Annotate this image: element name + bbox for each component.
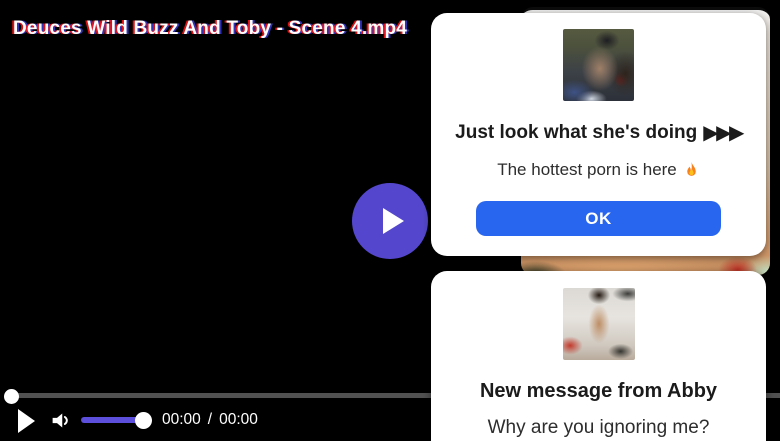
volume-handle[interactable] bbox=[135, 412, 152, 429]
popup-offer-subtext-text: The hottest porn is here bbox=[497, 160, 677, 180]
popup-message-image[interactable] bbox=[563, 288, 635, 360]
popup-offer[interactable]: Just look what she's doing ▶▶▶ The hotte… bbox=[431, 13, 766, 256]
popup-offer-subtext: The hottest porn is here bbox=[431, 160, 766, 180]
duration: 00:00 bbox=[219, 411, 258, 429]
popup-message-body-text: Why are you ignoring me? bbox=[488, 417, 710, 439]
seek-handle[interactable] bbox=[4, 389, 19, 404]
time-separator: / bbox=[208, 411, 212, 429]
video-title: Deuces Wild Buzz And Toby - Scene 4.mp4 bbox=[13, 18, 407, 40]
popup-offer-heading-text: Just look what she's doing bbox=[455, 122, 697, 144]
play-icon bbox=[383, 208, 404, 234]
popup-message[interactable]: New message from Abby Why are you ignori… bbox=[431, 271, 766, 441]
fire-icon bbox=[683, 161, 700, 180]
popup-offer-heading: Just look what she's doing ▶▶▶ bbox=[431, 122, 766, 144]
volume-icon[interactable] bbox=[50, 410, 71, 431]
triple-arrow-icon: ▶▶▶ bbox=[703, 123, 742, 143]
time-display: 00:00 / 00:00 bbox=[162, 411, 258, 429]
current-time: 00:00 bbox=[162, 411, 201, 429]
popup-message-body: Why are you ignoring me? bbox=[431, 417, 766, 439]
popup-message-heading-text: New message from Abby bbox=[480, 380, 717, 403]
control-play-button[interactable] bbox=[18, 409, 35, 433]
popup-message-heading: New message from Abby bbox=[431, 380, 766, 403]
popup-offer-image[interactable] bbox=[563, 29, 634, 101]
ok-button[interactable]: OK bbox=[476, 201, 721, 236]
video-player-page: Deuces Wild Buzz And Toby - Scene 4.mp4 … bbox=[0, 0, 780, 441]
big-play-button[interactable] bbox=[352, 183, 428, 259]
